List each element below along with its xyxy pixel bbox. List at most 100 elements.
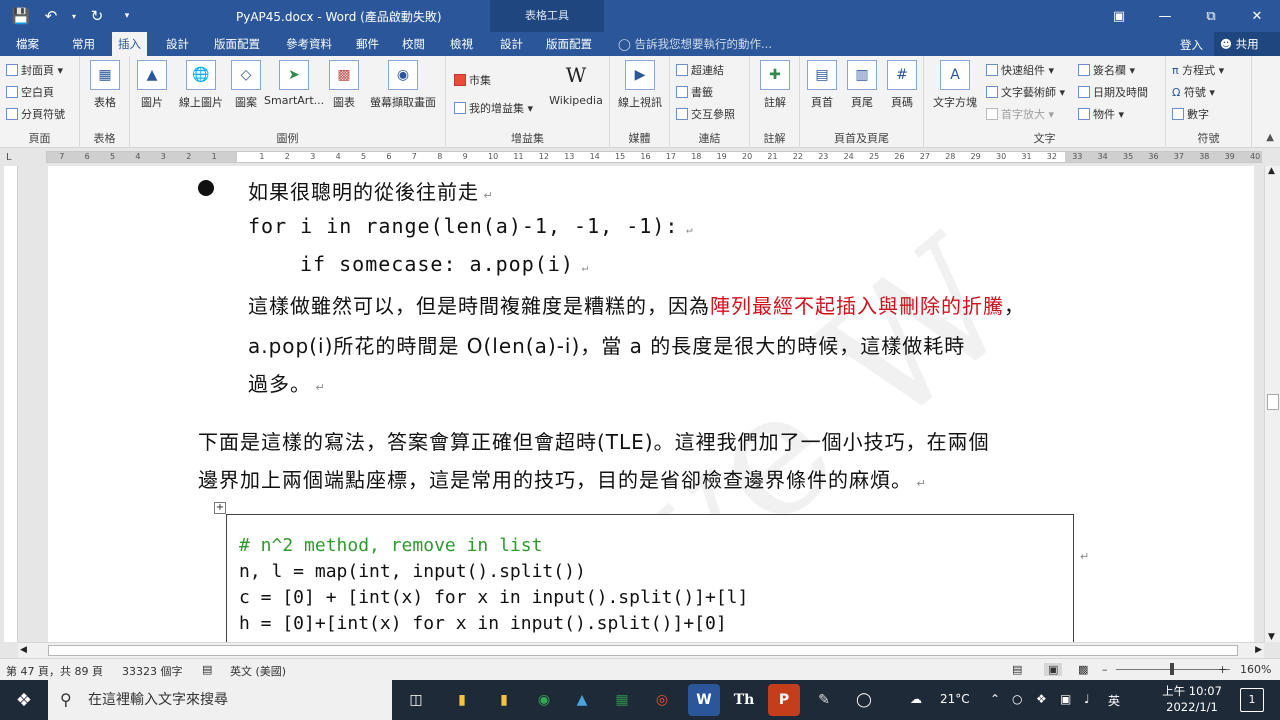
picture-button[interactable]: ▲ 圖片 [136,60,168,110]
tab-layout[interactable]: 版面配置 [208,32,266,56]
vertical-scrollbar[interactable]: ▲ ▼ [1264,166,1280,642]
scroll-down-icon[interactable]: ▼ [1268,632,1275,642]
windows-start-icon[interactable]: ❖ [0,680,48,720]
restore-icon[interactable]: ⧉ [1188,0,1234,32]
tab-review[interactable]: 校閱 [396,32,431,56]
weather-icon[interactable]: ☁ [910,692,922,706]
share-button[interactable]: ☻ 共用 [1214,32,1280,56]
zoom-slider-thumb[interactable] [1170,663,1174,675]
th-app-icon[interactable]: Th [728,684,760,716]
word-count[interactable]: 33323 個字 [122,663,183,679]
meet-now-icon[interactable]: ○ [1012,692,1022,706]
network-icon[interactable]: ▣ [1060,692,1071,706]
tab-selector-icon[interactable]: L [6,152,12,163]
weather-temp[interactable]: 21°C [940,692,970,706]
print-layout-icon[interactable]: ▣ [1044,663,1063,676]
comment-button[interactable]: ✚ 註解 [759,60,791,110]
cross-reference-button[interactable]: 交互參照 [676,106,735,122]
ubuntu-icon[interactable]: ◎ [646,684,678,716]
blank-page-button[interactable]: 空白頁 [6,84,54,100]
tab-file[interactable]: 檔案 [10,32,45,56]
page-number-button[interactable]: # 頁碼 [886,60,918,110]
minimize-icon[interactable]: — [1142,0,1188,32]
hyperlink-button[interactable]: 超連結 [676,62,724,78]
undo-dropdown-icon[interactable]: ▾ [68,3,80,29]
date-time-button[interactable]: 日期及時間 [1078,84,1148,100]
volume-icon[interactable]: ♩ [1084,692,1090,706]
quick-parts-button[interactable]: 快速組件 ▾ [986,62,1054,78]
horizontal-scrollbar[interactable]: ◀ ▶ [18,642,1264,658]
header-button[interactable]: ▤ 頁首 [806,60,838,110]
object-button[interactable]: 物件 ▾ [1078,106,1124,122]
bookmark-button[interactable]: 書籤 [676,84,713,100]
tab-design[interactable]: 設計 [160,32,195,56]
zoom-in-icon[interactable]: + [1218,663,1227,676]
undo-icon[interactable]: ↶ [38,3,64,29]
chart-button[interactable]: ▩ 圖表 [328,60,360,110]
taskbar-clock[interactable]: 上午 10:07 2022/1/1 [1152,683,1232,715]
web-layout-icon[interactable]: ▩ [1078,663,1088,676]
zoom-out-icon[interactable]: – [1102,663,1108,676]
close-icon[interactable]: ✕ [1234,0,1280,32]
ime-indicator[interactable]: 英 [1108,692,1120,709]
tell-me-search[interactable]: ◯ 告訴我您想要執行的動作... [618,36,772,52]
tab-table-design[interactable]: 設計 [494,32,529,56]
textbox-button[interactable]: A 文字方塊 [928,60,982,110]
scroll-left-icon[interactable]: ◀ [20,645,27,655]
footer-button[interactable]: ▥ 頁尾 [846,60,878,110]
photos-app-icon[interactable]: ▦ [606,684,638,716]
read-mode-icon[interactable]: ▤ [1012,663,1022,676]
folder-icon[interactable]: ▮ [488,684,520,716]
taskbar-search-box[interactable]: ⚲ 在這裡輸入文字來搜尋 [48,680,392,720]
document-page[interactable]: ye W 如果很聰明的從後往前走 ↵ for i in range(len(a)… [48,166,1254,642]
tab-references[interactable]: 參考資料 [280,32,338,56]
horizontal-scroll-thumb[interactable] [48,645,1238,656]
powerpoint-icon[interactable]: P [768,684,800,716]
table-move-handle-icon[interactable]: + [214,502,226,514]
task-view-icon[interactable]: ◫ [400,684,432,716]
collapse-ribbon-icon[interactable]: ▲ [1266,132,1274,143]
signature-line-button[interactable]: 簽名欄 ▾ [1078,62,1135,78]
number-button[interactable]: 數字 [1172,106,1209,122]
redo-icon[interactable]: ↻ [84,3,110,29]
equation-button[interactable]: π 方程式 ▾ [1172,62,1224,78]
ribbon-display-options-icon[interactable]: ▣ [1096,0,1142,32]
word-app-icon[interactable]: W [688,684,720,716]
obs-icon[interactable]: ◯ [848,684,880,716]
file-explorer-icon[interactable]: ▮ [446,684,478,716]
tab-insert[interactable]: 插入 [112,32,147,56]
notification-center-icon[interactable]: 1 [1240,688,1264,712]
cover-page-button[interactable]: 封面頁 ▾ [6,62,63,78]
wikipedia-button[interactable]: W Wikipedia [546,60,606,107]
language-indicator[interactable]: 英文 (美國) [230,663,286,679]
code-table-cell[interactable]: # n^2 method, remove in list n, l = map(… [226,514,1074,642]
online-picture-button[interactable]: 🌐 線上圖片 [174,60,228,110]
my-addins-button[interactable]: 我的增益集 ▾ [454,100,533,116]
paint-icon[interactable]: ✎ [808,684,840,716]
tray-overflow-icon[interactable]: ⌃ [990,692,1000,706]
wordart-button[interactable]: 文字藝術師 ▾ [986,84,1065,100]
smartart-button[interactable]: ➤ SmartArt... [264,60,324,107]
symbol-button[interactable]: Ω 符號 ▾ [1172,84,1215,100]
tab-home[interactable]: 常用 [66,32,101,56]
shapes-button[interactable]: ◇ 圖案 [230,60,262,110]
sketch-app-icon[interactable]: ▲ [566,684,598,716]
tab-table-layout[interactable]: 版面配置 [540,32,598,56]
proofing-icon[interactable]: ▤ [202,663,212,676]
chrome-icon[interactable]: ◉ [528,684,560,716]
ruler-bar[interactable]: 8765432112345678910111213141516171819202… [46,151,1262,163]
save-icon[interactable]: 💾 [8,3,34,29]
scroll-up-icon[interactable]: ▲ [1268,166,1275,176]
online-video-button[interactable]: ▶ 線上視訊 [615,60,665,110]
vertical-scroll-thumb[interactable] [1267,394,1279,410]
scroll-right-icon[interactable]: ▶ [1255,645,1262,655]
tab-view[interactable]: 檢視 [444,32,479,56]
zoom-level[interactable]: 160% [1240,663,1271,676]
screenshot-button[interactable]: ◉ 螢幕擷取畫面 [364,60,442,110]
store-button[interactable]: 市集 [454,72,491,88]
customize-qat-icon[interactable]: ▾ [114,3,140,29]
table-button[interactable]: ▦ 表格 [90,60,120,110]
sign-in-link[interactable]: 登入 [1180,37,1203,53]
page-break-button[interactable]: 分頁符號 [6,106,65,122]
page-count[interactable]: 第 47 頁，共 89 頁 [6,663,103,679]
